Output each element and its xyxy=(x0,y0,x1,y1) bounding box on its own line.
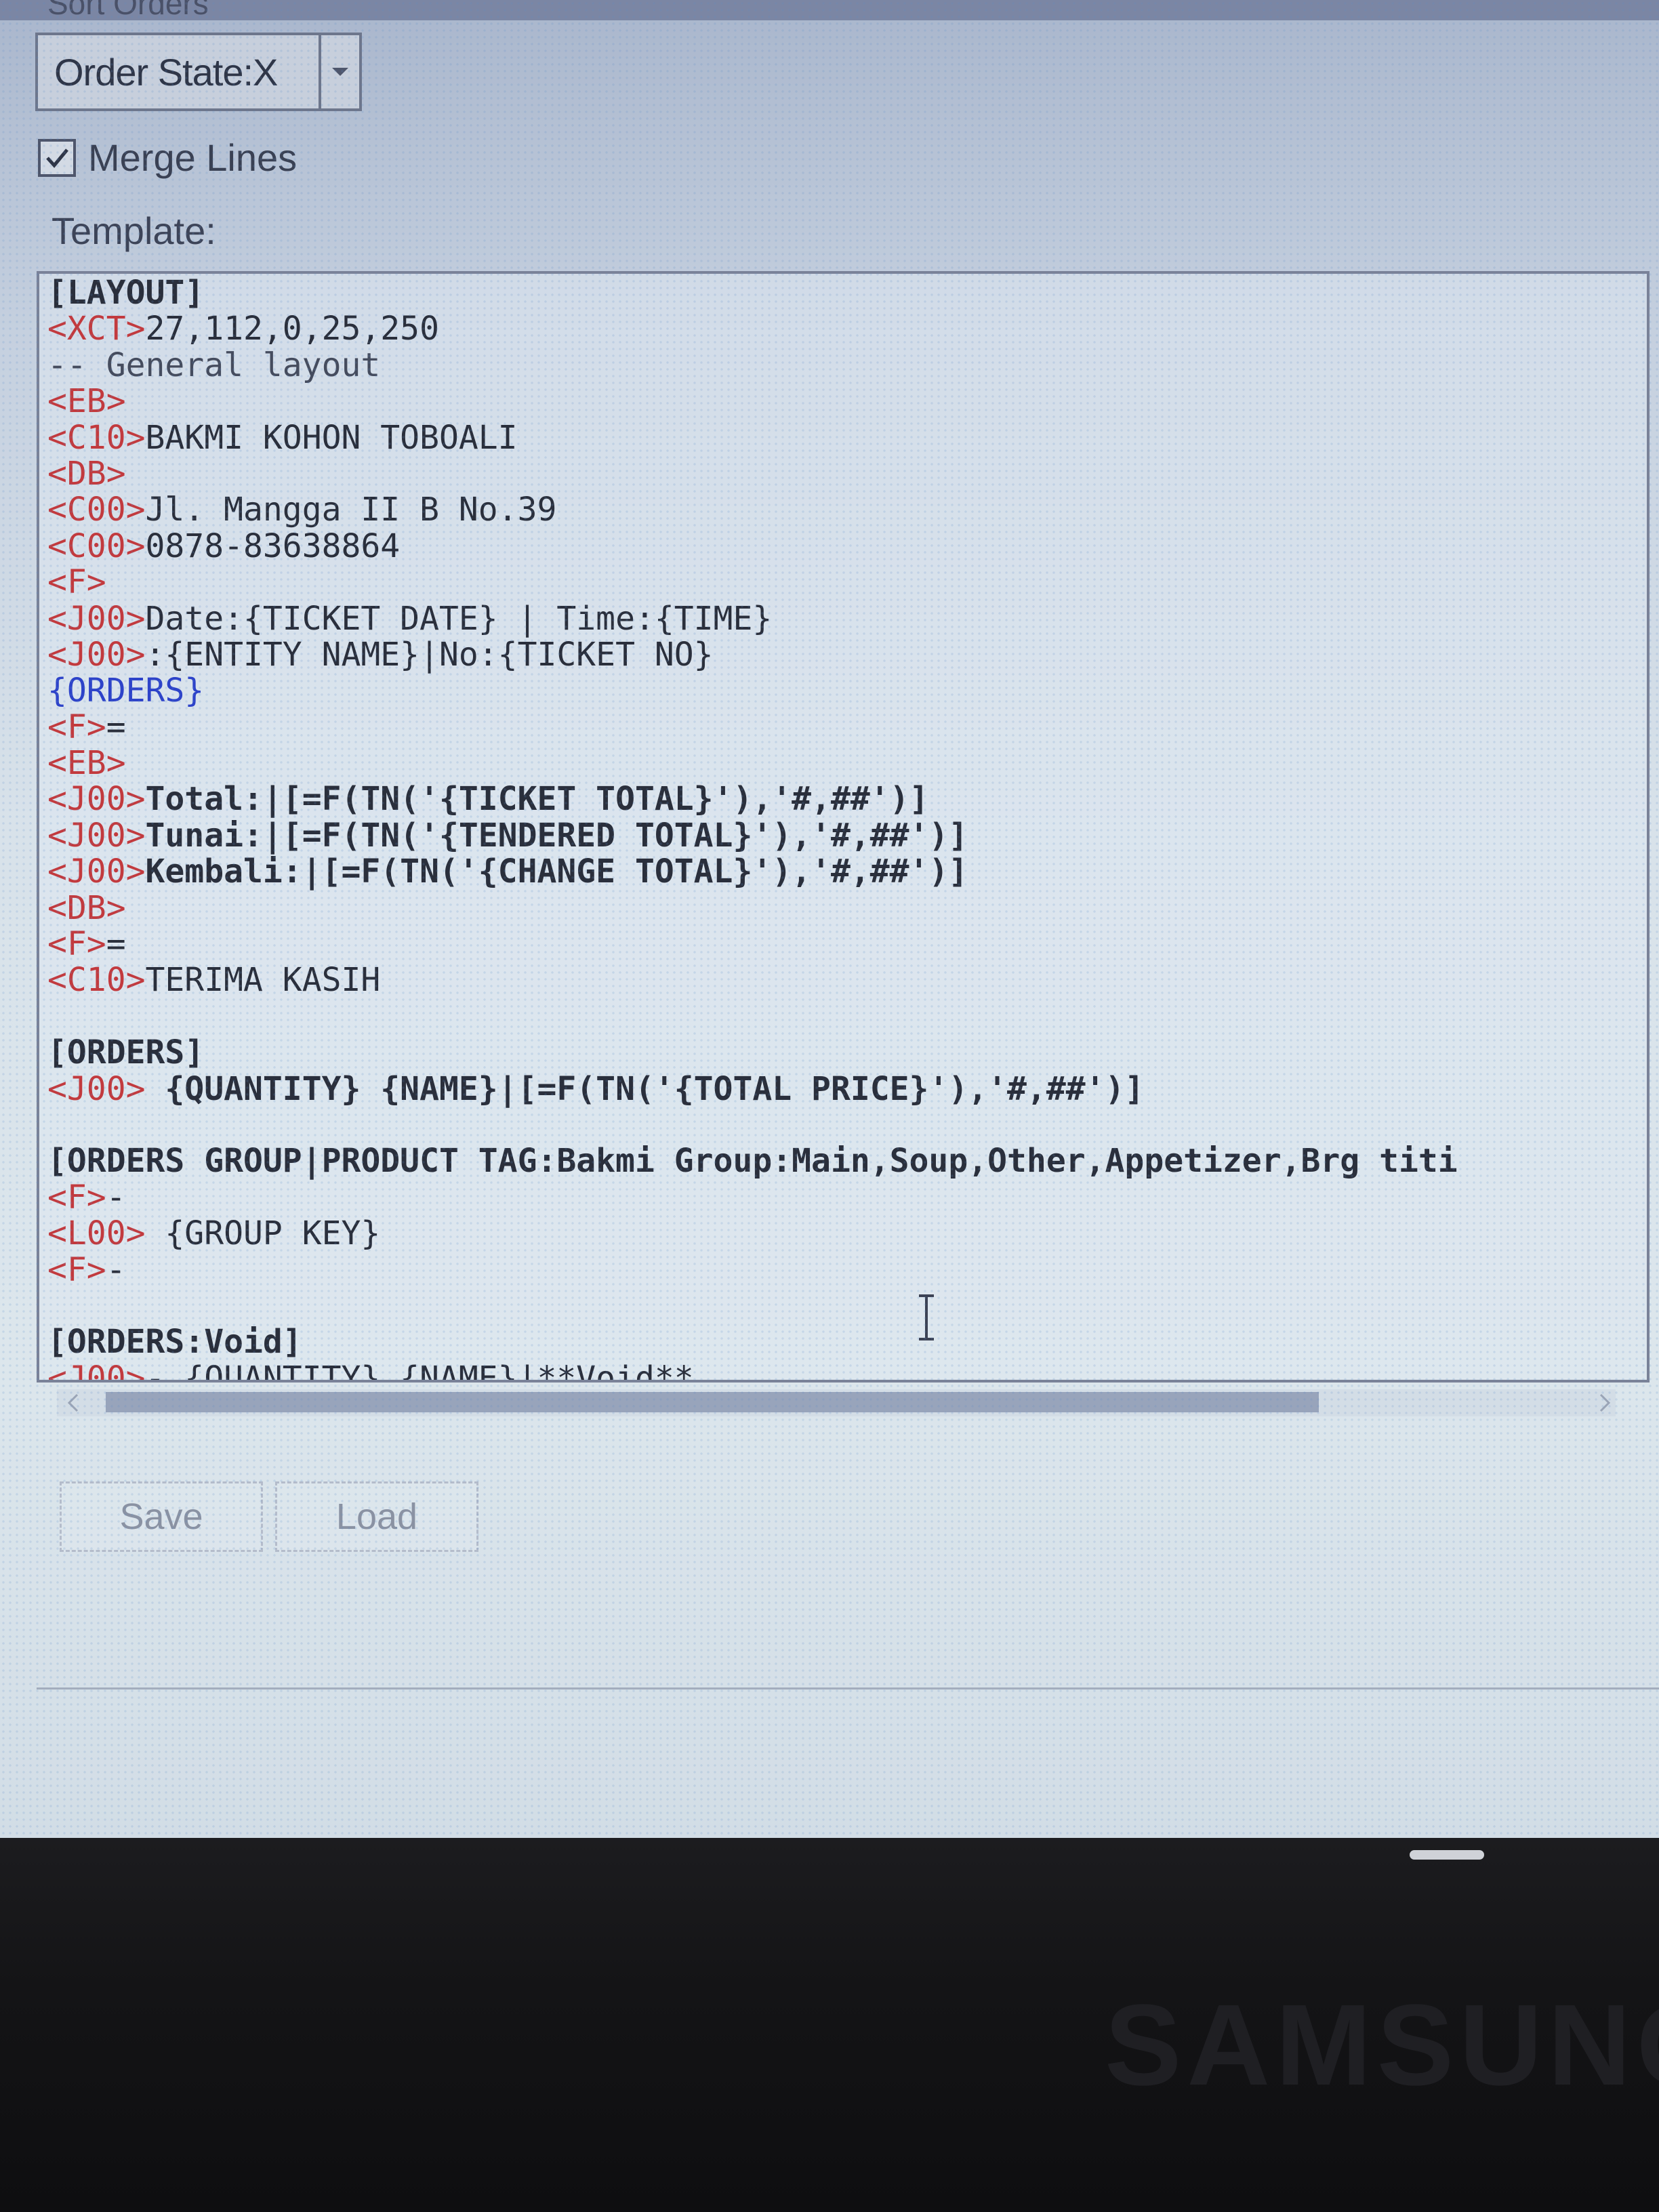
template-line: <F> xyxy=(47,563,106,602)
window-top-strip: Sort Orders xyxy=(0,0,1659,21)
template-line: <C10>BAKMI KOHON TOBOALI xyxy=(47,418,518,457)
template-line: [ORDERS:Void] xyxy=(47,1323,302,1361)
template-line xyxy=(47,1107,1458,1143)
order-state-dropdown[interactable]: Order State:X xyxy=(35,33,362,111)
bezel-reflection xyxy=(1410,1850,1484,1860)
template-line: <C10>TERIMA KASIH xyxy=(47,961,381,1000)
template-line: <J00>Date:{TICKET DATE} | Time:{TIME} xyxy=(47,599,773,638)
template-line: <J00> {QUANTITY} {NAME}|[=F(TN('{TOTAL P… xyxy=(47,1069,1145,1108)
template-line: <F>- xyxy=(47,1178,126,1216)
template-line xyxy=(47,999,1458,1035)
load-button[interactable]: Load xyxy=(275,1481,478,1552)
checkmark-icon xyxy=(46,148,68,168)
panel-divider xyxy=(37,1687,1659,1689)
template-line: [ORDERS GROUP|PRODUCT TAG:Bakmi Group:Ma… xyxy=(47,1142,1458,1181)
template-line: <EB> xyxy=(47,744,126,783)
template-line: <F>= xyxy=(47,925,126,964)
merge-lines-option[interactable]: Merge Lines xyxy=(38,136,297,180)
horizontal-scrollbar[interactable] xyxy=(57,1389,1616,1416)
screen: Sort Orders Order State:X Merge Lines Te… xyxy=(0,0,1659,1838)
text-cursor-icon xyxy=(919,1294,934,1340)
template-line: <J00>:{ENTITY NAME}|No:{TICKET NO} xyxy=(47,635,714,674)
template-line: <J00>- {QUANTITY} {NAME}|**Void** xyxy=(47,1359,694,1382)
sort-orders-label: Sort Orders xyxy=(47,0,209,21)
template-line: <DB> xyxy=(47,888,126,927)
template-line: <DB> xyxy=(47,454,126,493)
save-button[interactable]: Save xyxy=(60,1481,263,1552)
merge-lines-checkbox[interactable] xyxy=(38,138,76,177)
scroll-right-icon[interactable] xyxy=(1598,1393,1612,1412)
template-text: [LAYOUT] <XCT>27,112,0,25,250 -- General l… xyxy=(47,274,1458,1382)
template-line: <F>- xyxy=(47,1250,126,1289)
template-label: Template: xyxy=(52,209,216,252)
template-line: <J00>Tunai:|[=F(TN('{TENDERED TOTAL}'),'… xyxy=(47,816,968,855)
template-line: [LAYOUT] xyxy=(47,274,205,312)
template-line: <XCT>27,112,0,25,250 xyxy=(47,310,439,348)
order-state-value: Order State:X xyxy=(54,50,278,94)
template-line: -- General layout xyxy=(47,346,381,384)
template-line: <J00>Total:|[=F(TN('{TICKET TOTAL}'),'#,… xyxy=(47,780,929,819)
template-line: {ORDERS} xyxy=(47,672,205,710)
template-line: <C00>0878-83638864 xyxy=(47,527,401,565)
template-line: <F>= xyxy=(47,708,126,746)
template-line: <EB> xyxy=(47,382,126,421)
template-line: <L00> {GROUP KEY} xyxy=(47,1214,381,1253)
template-line: [ORDERS] xyxy=(47,1033,205,1072)
brand-logo: SAMSUNG xyxy=(1105,1981,1659,2110)
template-line: <C00>Jl. Mangga II B No.39 xyxy=(47,491,557,529)
template-editor[interactable]: [LAYOUT] <XCT>27,112,0,25,250 -- General l… xyxy=(37,271,1650,1382)
template-line xyxy=(47,1288,1458,1324)
chevron-down-icon[interactable] xyxy=(319,35,359,108)
merge-lines-label: Merge Lines xyxy=(88,136,298,179)
scroll-left-icon[interactable] xyxy=(66,1393,80,1412)
scrollbar-thumb[interactable] xyxy=(106,1392,1319,1412)
template-line: <J00>Kembali:|[=F(TN('{CHANGE TOTAL}'),'… xyxy=(47,853,968,891)
